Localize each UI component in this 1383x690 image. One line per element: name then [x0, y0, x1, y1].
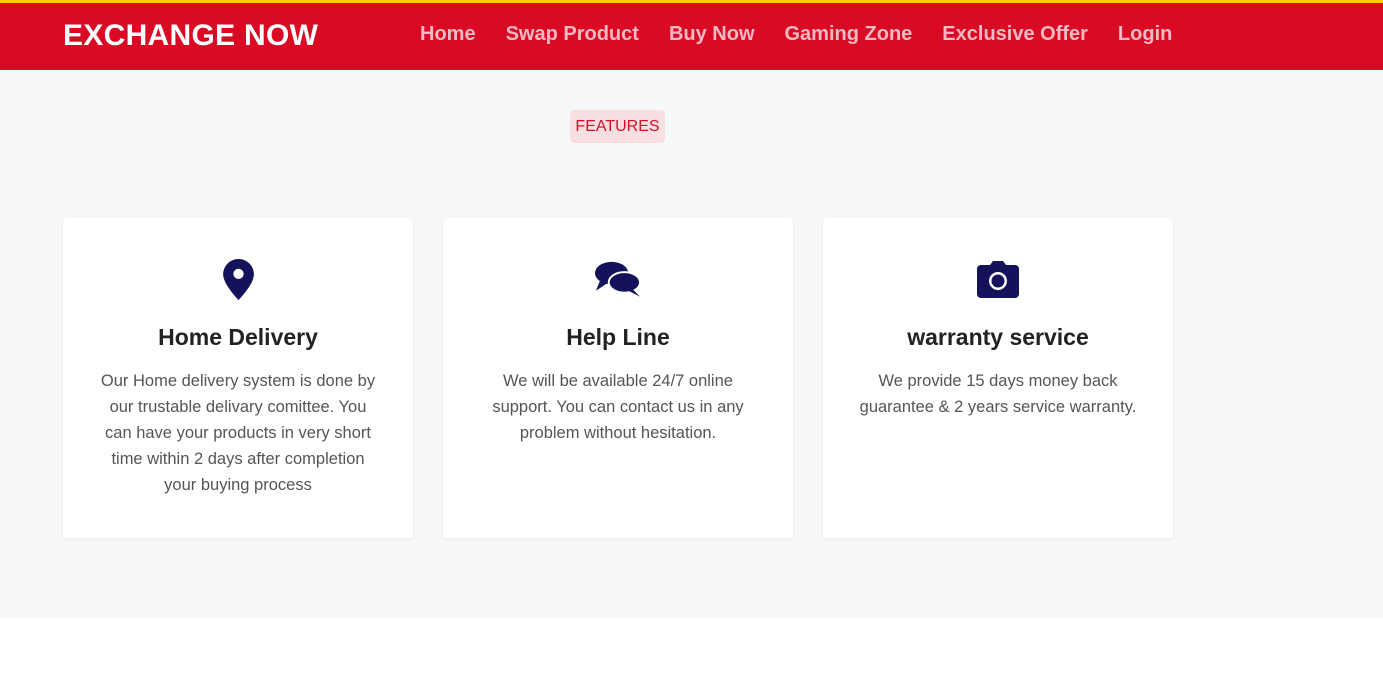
features-section: FEATURES Home Delivery Our Home delivery… [0, 70, 1383, 618]
card-title: Help Line [566, 324, 670, 350]
card-title: warranty service [907, 324, 1089, 350]
nav-link-exclusive-offer[interactable]: Exclusive Offer [942, 23, 1088, 46]
nav-link-buy-now[interactable]: Buy Now [669, 23, 755, 46]
card-description: Our Home delivery system is done by our … [100, 372, 376, 494]
features-badge: FEATURES [570, 110, 665, 143]
nav-link-login[interactable]: Login [1118, 23, 1172, 46]
feature-card-help-line: Help Line We will be available 24/7 onli… [443, 218, 793, 538]
nav-link-swap-product[interactable]: Swap Product [506, 23, 639, 46]
feature-card-home-delivery: Home Delivery Our Home delivery system i… [63, 218, 413, 538]
comments-icon [443, 258, 793, 300]
card-title: Home Delivery [158, 324, 318, 350]
card-description: We will be available 24/7 online support… [492, 372, 744, 442]
nav-menu: Home Swap Product Buy Now Gaming Zone Ex… [420, 23, 1172, 46]
nav-link-home[interactable]: Home [420, 23, 476, 46]
brand-logo[interactable]: EXCHANGE NOW [63, 19, 318, 53]
map-marker-icon [63, 258, 413, 300]
navbar: EXCHANGE NOW Home Swap Product Buy Now G… [0, 3, 1383, 70]
card-description: We provide 15 days money back guarantee … [859, 372, 1137, 416]
camera-icon [823, 258, 1173, 300]
nav-link-gaming-zone[interactable]: Gaming Zone [785, 23, 913, 46]
feature-card-warranty-service: warranty service We provide 15 days mone… [823, 218, 1173, 538]
